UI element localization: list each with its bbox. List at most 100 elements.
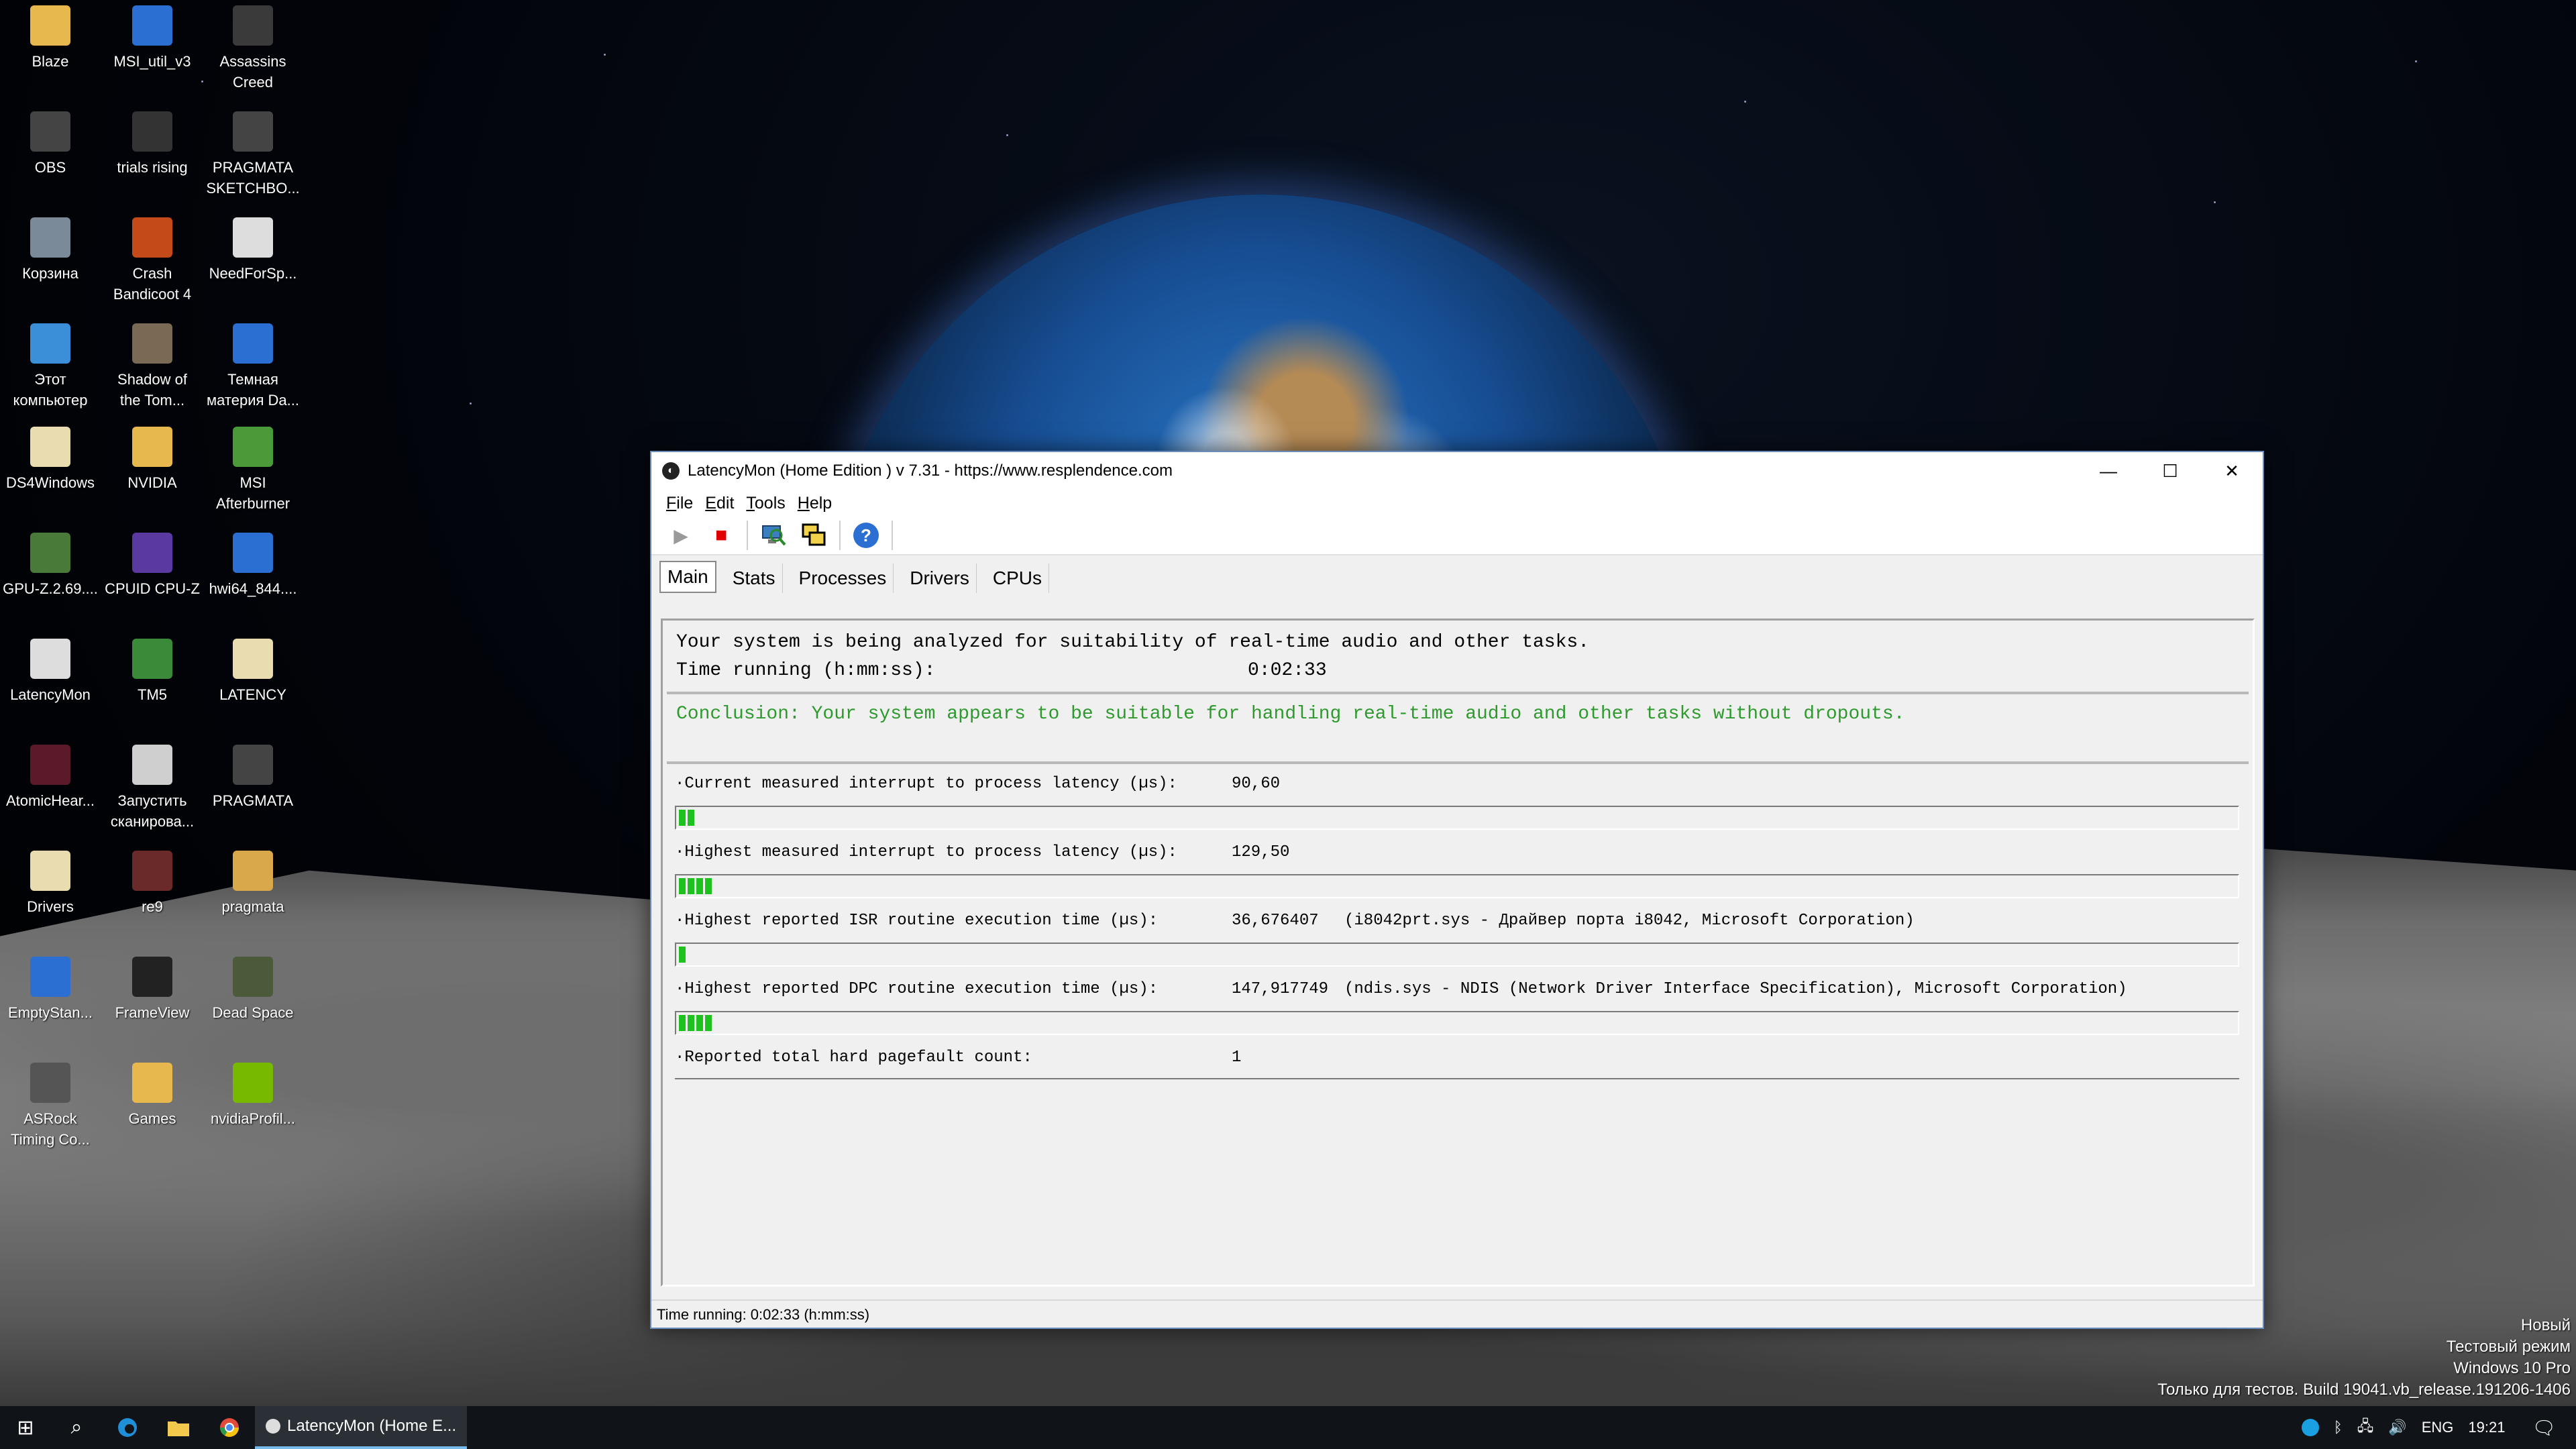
stop-button[interactable]: ■ bbox=[706, 521, 736, 550]
stacked-windows-icon bbox=[802, 523, 826, 546]
desktop-icon[interactable]: LATENCY bbox=[203, 639, 303, 705]
desktop-icon[interactable]: GPU-Z.2.69.... bbox=[0, 533, 101, 599]
desktop-icon[interactable]: OBS bbox=[0, 111, 101, 178]
desktop-icon[interactable]: Games bbox=[102, 1063, 203, 1129]
notifications-icon[interactable]: 🗨 bbox=[2532, 1417, 2556, 1439]
close-button[interactable]: ✕ bbox=[2201, 452, 2263, 490]
latency-bar bbox=[675, 943, 2239, 967]
tab-cpus[interactable]: CPUs bbox=[986, 564, 1050, 593]
desktop-icon[interactable]: LatencyMon bbox=[0, 639, 101, 705]
maximize-button[interactable]: ☐ bbox=[2139, 452, 2201, 490]
desktop-icon[interactable]: NeedForSp... bbox=[203, 217, 303, 284]
desktop-icon[interactable]: ASRock Timing Co... bbox=[0, 1063, 101, 1150]
desktop-icon[interactable]: Корзина bbox=[0, 217, 101, 284]
tab-main[interactable]: Main bbox=[659, 561, 716, 593]
minimize-button[interactable]: — bbox=[2078, 452, 2139, 490]
latencymon-icon bbox=[266, 1419, 280, 1434]
latency-bar-segment bbox=[679, 947, 686, 963]
desktop-icon-label: Crash Bandicoot 4 bbox=[113, 265, 192, 303]
desktop-icon[interactable]: hwi64_844.... bbox=[203, 533, 303, 599]
language-indicator[interactable]: ENG bbox=[2422, 1419, 2454, 1436]
desktop-icon-label: FrameView bbox=[115, 1004, 190, 1021]
game-icon bbox=[132, 111, 172, 152]
help-button[interactable]: ? bbox=[851, 521, 881, 550]
latency-bar-segment bbox=[705, 878, 712, 894]
desktop-icon[interactable]: Blaze bbox=[0, 5, 101, 72]
desktop-icon-label: pragmata bbox=[221, 898, 284, 915]
clock[interactable]: 19:21 bbox=[2468, 1419, 2505, 1436]
menu-file[interactable]: File bbox=[666, 494, 693, 513]
analyze-button[interactable] bbox=[759, 521, 788, 550]
play-icon: ▶ bbox=[674, 525, 688, 546]
desktop-icon-label: Dead Space bbox=[212, 1004, 294, 1021]
search-icon: ⌕ bbox=[70, 1416, 83, 1438]
desktop-icon[interactable]: pragmata bbox=[203, 851, 303, 917]
tab-stats[interactable]: Stats bbox=[726, 564, 783, 593]
chrome-taskbar-button[interactable] bbox=[204, 1406, 255, 1449]
desktop-icon[interactable]: Shadow of the Tom... bbox=[102, 323, 203, 411]
explorer-taskbar-button[interactable] bbox=[153, 1406, 204, 1449]
menu-tools[interactable]: Tools bbox=[746, 494, 785, 513]
desktop-icon-label: CPUID CPU-Z bbox=[105, 580, 200, 597]
bluetooth-icon[interactable]: ᛒ bbox=[2334, 1419, 2343, 1436]
desktop-icon-label: LATENCY bbox=[219, 686, 286, 703]
toolbar-separator bbox=[747, 521, 748, 550]
cpu-icon bbox=[132, 533, 172, 573]
latencymon-taskbar-button[interactable]: LatencyMon (Home E... bbox=[255, 1406, 468, 1449]
network-icon[interactable]: 🖧 bbox=[2357, 1415, 2374, 1440]
desktop-icon[interactable]: Dead Space bbox=[203, 957, 303, 1023]
start-button[interactable]: ⊞ bbox=[0, 1406, 51, 1449]
desktop-icon[interactable]: AtomicHear... bbox=[0, 745, 101, 811]
desktop-icon[interactable]: Темная материя Da... bbox=[203, 323, 303, 411]
desktop-icon[interactable]: MSI Afterburner bbox=[203, 427, 303, 514]
window-icon bbox=[30, 957, 70, 997]
desktop-icon[interactable]: PRAGMATA bbox=[203, 745, 303, 811]
game-icon bbox=[233, 957, 273, 997]
document-icon bbox=[30, 851, 70, 891]
start-button[interactable]: ▶ bbox=[666, 521, 696, 550]
frameview-icon bbox=[132, 957, 172, 997]
latency-bar bbox=[675, 1011, 2239, 1035]
desktop-icon[interactable]: Assassins Creed bbox=[203, 5, 303, 93]
desktop-icon[interactable]: EmptyStan... bbox=[0, 957, 101, 1023]
desktop-icon[interactable]: nvidiaProfil... bbox=[203, 1063, 303, 1129]
desktop-icon[interactable]: re9 bbox=[102, 851, 203, 917]
desktop-icon[interactable]: Этот компьютер bbox=[0, 323, 101, 411]
menu-help[interactable]: Help bbox=[798, 494, 832, 513]
desktop-icon[interactable]: TM5 bbox=[102, 639, 203, 705]
latency-bar-segment bbox=[696, 878, 703, 894]
desktop-icon[interactable]: PRAGMATA SKETCHBO... bbox=[203, 111, 303, 199]
desktop-icon[interactable]: trials rising bbox=[102, 111, 203, 178]
desktop-icon[interactable]: CPUID CPU-Z bbox=[102, 533, 203, 599]
windows-button[interactable] bbox=[799, 521, 828, 550]
desktop-icon[interactable]: NVIDIA bbox=[102, 427, 203, 493]
help-icon: ? bbox=[853, 523, 879, 548]
desktop-icon[interactable]: FrameView bbox=[102, 957, 203, 1023]
desktop-icon[interactable]: MSI_util_v3 bbox=[102, 5, 203, 72]
desktop-icon-label: LatencyMon bbox=[10, 686, 91, 703]
search-button[interactable]: ⌕ bbox=[51, 1406, 102, 1449]
menu-edit[interactable]: Edit bbox=[705, 494, 734, 513]
gpu-icon bbox=[30, 533, 70, 573]
title-bar[interactable]: ◐ LatencyMon (Home Edition ) v 7.31 - ht… bbox=[651, 452, 2263, 490]
tab-strip: Main Stats Processes Drivers CPUs bbox=[651, 555, 2263, 593]
desktop-icon[interactable]: DS4Windows bbox=[0, 427, 101, 493]
nvidia-icon bbox=[233, 1063, 273, 1103]
desktop-icon[interactable]: Запустить сканирова... bbox=[102, 745, 203, 832]
latency-bar-segment bbox=[679, 878, 686, 894]
game-icon bbox=[132, 217, 172, 258]
desktop-icon[interactable]: Crash Bandicoot 4 bbox=[102, 217, 203, 305]
star bbox=[2214, 201, 2216, 203]
desktop-icon-label: PRAGMATA SKETCHBO... bbox=[206, 159, 300, 197]
desktop-icon-label: OBS bbox=[34, 159, 66, 176]
metric-value: 36,676407 bbox=[1232, 912, 1319, 930]
desktop-icon[interactable]: Drivers bbox=[0, 851, 101, 917]
document-icon bbox=[233, 217, 273, 258]
document-icon bbox=[30, 427, 70, 467]
tab-processes[interactable]: Processes bbox=[792, 564, 894, 593]
latencymon-window[interactable]: ◐ LatencyMon (Home Edition ) v 7.31 - ht… bbox=[650, 451, 2264, 1329]
tab-drivers[interactable]: Drivers bbox=[903, 564, 977, 593]
volume-icon[interactable]: 🔊 bbox=[2388, 1419, 2406, 1436]
skype-icon[interactable] bbox=[2301, 1419, 2319, 1436]
edge-taskbar-button[interactable] bbox=[102, 1406, 153, 1449]
